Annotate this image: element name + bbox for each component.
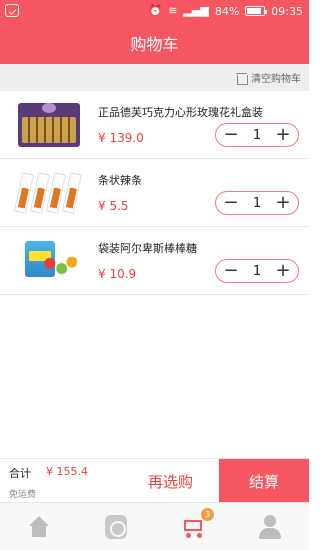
checkout-bar: 合计 ¥ 155.4 免运费 再选购 结算 (0, 458, 309, 503)
clear-cart-label: 清空购物车 (251, 74, 301, 85)
tab-category[interactable] (77, 503, 154, 550)
quantity-stepper: − 1 + (215, 259, 299, 283)
quantity-stepper: − 1 + (215, 123, 299, 147)
quantity-stepper: − 1 + (215, 191, 299, 215)
cart-item[interactable]: 正品德芙巧克力心形玫瑰花礼盒装 ¥ 139.0 − 1 + (0, 91, 309, 159)
product-thumbnail[interactable] (8, 233, 90, 289)
signal-icon: ▂▄▆ (183, 4, 209, 17)
app-notification-icon (5, 4, 19, 17)
title-bar: 购物车 (0, 22, 309, 64)
wifi-icon: ≋ (168, 4, 178, 17)
clear-cart-button[interactable]: 清空购物车 (236, 70, 301, 85)
quantity-value: 1 (252, 195, 262, 211)
product-name[interactable]: 袋装阿尔卑斯棒棒糖 (98, 240, 197, 256)
tab-cart[interactable]: 3 (155, 503, 232, 550)
product-thumbnail[interactable] (8, 97, 90, 153)
product-price: ¥ 139.0 (98, 131, 144, 145)
battery-percent: 84% (214, 4, 240, 18)
cart-item[interactable]: 袋装阿尔卑斯棒棒糖 ¥ 10.9 − 1 + (0, 227, 309, 295)
decrease-button[interactable]: − (223, 193, 239, 213)
checkout-button[interactable]: 结算 (219, 459, 309, 503)
user-icon (259, 514, 282, 539)
cart-icon: 3 (180, 507, 215, 538)
product-thumbnail[interactable] (8, 165, 90, 221)
lollipop-bag-icon (21, 239, 77, 283)
alarm-icon: ⏰ (148, 4, 163, 17)
tab-bar: 3 (0, 502, 309, 550)
product-name[interactable]: 正品德芙巧克力心形玫瑰花礼盒装 (98, 104, 263, 120)
home-icon (27, 515, 51, 538)
battery-icon (245, 6, 268, 16)
tab-profile[interactable] (232, 503, 309, 550)
cart-item[interactable]: 条状辣条 ¥ 5.5 − 1 + (0, 159, 309, 227)
cart-count-badge: 3 (201, 507, 215, 521)
trash-icon (236, 72, 248, 85)
badge-icon (104, 514, 127, 539)
continue-shopping-button[interactable]: 再选购 (122, 459, 219, 503)
total-label: 合计 (9, 467, 31, 480)
product-price: ¥ 5.5 (98, 199, 129, 213)
increase-button[interactable]: + (275, 261, 291, 281)
tab-home[interactable] (0, 503, 77, 550)
product-price: ¥ 10.9 (98, 267, 137, 281)
page-title: 购物车 (130, 35, 179, 54)
spicy-strips-icon (12, 169, 86, 217)
cart-item-list: 正品德芙巧克力心形玫瑰花礼盒装 ¥ 139.0 − 1 + 条状辣条 ¥ 5.5… (0, 91, 309, 295)
increase-button[interactable]: + (275, 193, 291, 213)
increase-button[interactable]: + (275, 125, 291, 145)
product-name[interactable]: 条状辣条 (98, 172, 142, 188)
status-bar: ⏰ ≋ ▂▄▆ 84% 09:35 (0, 0, 309, 22)
quantity-value: 1 (252, 263, 262, 279)
quantity-value: 1 (252, 127, 262, 143)
shipping-note: 免运费 (9, 490, 37, 500)
decrease-button[interactable]: − (223, 125, 239, 145)
chocolate-gift-box-icon (18, 103, 80, 147)
clear-cart-bar: 清空购物车 (0, 64, 309, 91)
clock: 09:35 (271, 4, 303, 18)
decrease-button[interactable]: − (223, 261, 239, 281)
total-value: ¥ 155.4 (46, 465, 88, 478)
